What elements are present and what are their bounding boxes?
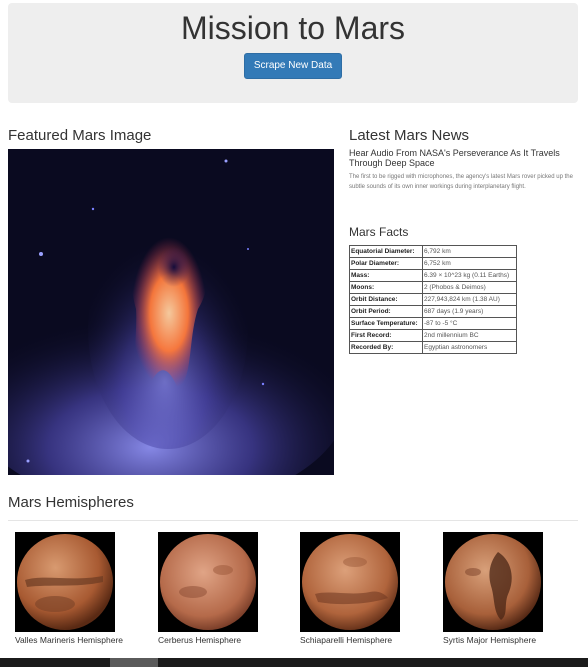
hemisphere-card: Syrtis Major Hemisphere	[443, 532, 573, 645]
hemisphere-title: Cerberus Hemisphere	[158, 635, 242, 645]
hemisphere-image[interactable]	[15, 532, 115, 632]
page-title: Mission to Mars	[180, 10, 406, 46]
hemisphere-image[interactable]	[443, 532, 543, 632]
hemisphere-card: Cerberus Hemisphere	[158, 532, 288, 645]
fact-label: Polar Diameter:	[349, 257, 423, 270]
mars-facts-table: Equatorial Diameter: 6,792 km Polar Diam…	[349, 245, 517, 354]
scrape-new-data-button[interactable]: Scrape New Data	[243, 53, 343, 79]
latest-news-heading: Latest Mars News	[349, 127, 470, 144]
fact-value: 6,792 km	[422, 245, 517, 258]
fact-value: 227,943,824 km (1.38 AU)	[422, 293, 517, 306]
table-row: Polar Diameter: 6,752 km	[349, 257, 517, 270]
divider	[8, 520, 578, 521]
fact-value: 2nd millennium BC	[422, 329, 517, 342]
table-row: Mass: 6.39 × 10^23 kg (0.11 Earths)	[349, 269, 517, 282]
fact-value: 6,752 km	[422, 257, 517, 270]
featured-image-heading: Featured Mars Image	[8, 127, 152, 144]
fact-label: Mass:	[349, 269, 423, 282]
fact-label: Recorded By:	[349, 341, 423, 354]
fact-value: 6.39 × 10^23 kg (0.11 Earths)	[422, 269, 517, 282]
hemisphere-title: Schiaparelli Hemisphere	[300, 635, 393, 645]
fact-label: Orbit Period:	[349, 305, 423, 318]
hemisphere-title: Valles Marineris Hemisphere	[15, 635, 124, 645]
fact-label: First Record:	[349, 329, 423, 342]
hemisphere-title: Syrtis Major Hemisphere	[443, 635, 537, 645]
fact-value: 687 days (1.9 years)	[422, 305, 517, 318]
fact-label: Surface Temperature:	[349, 317, 423, 330]
table-row: Orbit Distance: 227,943,824 km (1.38 AU)	[349, 293, 517, 306]
featured-mars-image	[8, 149, 334, 475]
jumbotron-header: Mission to Mars Scrape New Data	[8, 3, 578, 103]
fact-value: -87 to -5 °C	[422, 317, 517, 330]
bottom-scroll-bar[interactable]	[0, 658, 588, 667]
scrollbar-thumb[interactable]	[110, 658, 158, 667]
mars-facts-heading: Mars Facts	[349, 225, 409, 239]
table-row: Equatorial Diameter: 6,792 km	[349, 245, 517, 258]
table-row: Recorded By: Egyptian astronomers	[349, 341, 517, 354]
hemispheres-heading: Mars Hemispheres	[8, 494, 134, 511]
fact-label: Orbit Distance:	[349, 293, 423, 306]
fact-value: Egyptian astronomers	[422, 341, 517, 354]
hemisphere-image[interactable]	[158, 532, 258, 632]
table-row: Moons: 2 (Phobos & Deimos)	[349, 281, 517, 294]
hemisphere-card: Valles Marineris Hemisphere	[15, 532, 145, 645]
table-row: Surface Temperature: -87 to -5 °C	[349, 317, 517, 330]
fact-value: 2 (Phobos & Deimos)	[422, 281, 517, 294]
hemisphere-image[interactable]	[300, 532, 400, 632]
hemisphere-card: Schiaparelli Hemisphere	[300, 532, 430, 645]
news-paragraph: The first to be rigged with microphones,…	[349, 174, 573, 190]
table-row: Orbit Period: 687 days (1.9 years)	[349, 305, 517, 318]
fact-label: Moons:	[349, 281, 423, 294]
fact-label: Equatorial Diameter:	[349, 245, 423, 258]
news-headline: Hear Audio From NASA's Perseverance As I…	[349, 148, 560, 168]
table-row: First Record: 2nd millennium BC	[349, 329, 517, 342]
